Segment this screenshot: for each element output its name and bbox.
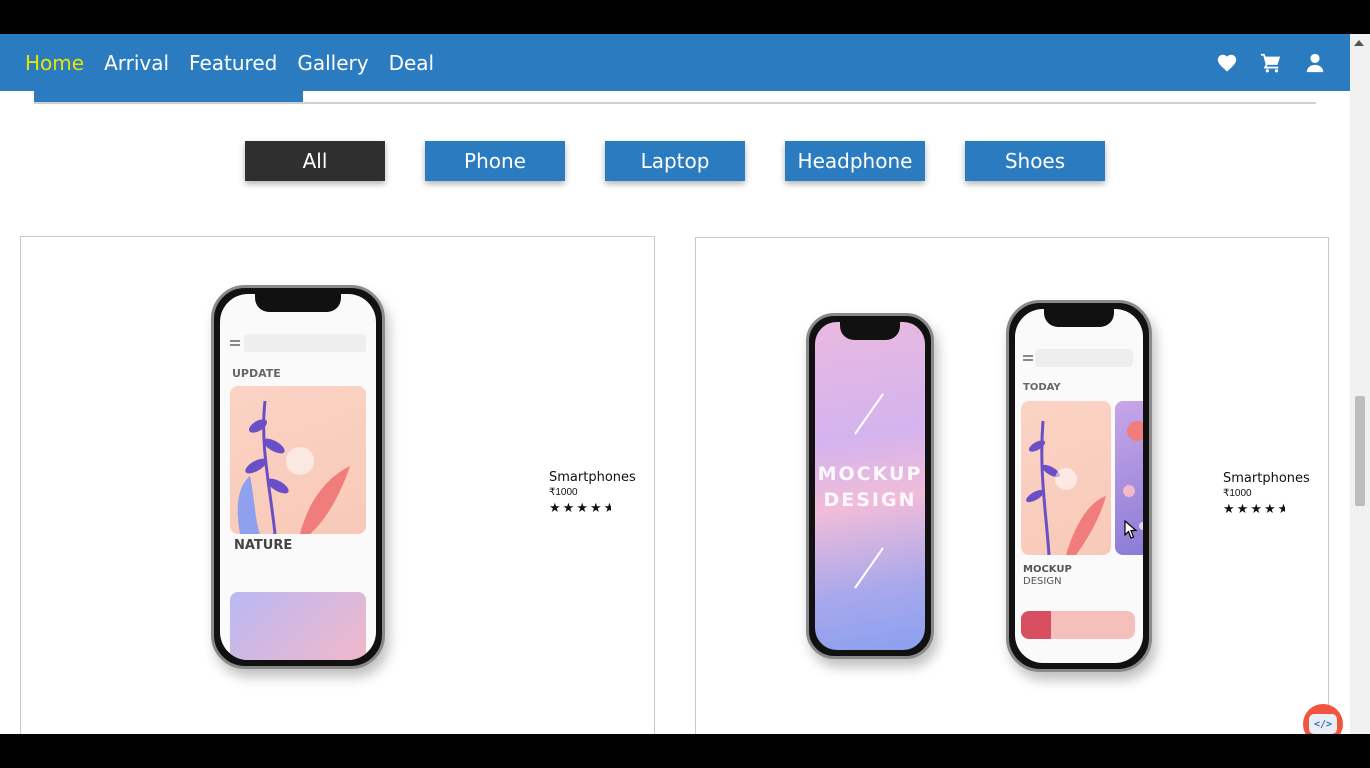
nature-artwork xyxy=(230,386,366,534)
product-image-phone-mockup: MOCKUP DESIGN xyxy=(806,313,934,659)
section-heading-divider xyxy=(34,102,1316,104)
screen-label-mockup-design: MOCKUP DESIGN xyxy=(817,463,923,511)
phone-screen: TODAY MOCKUP DESIGN xyxy=(1015,309,1143,663)
screen-button-bar xyxy=(1021,611,1135,639)
product-title[interactable]: Smartphones xyxy=(1223,471,1343,486)
phone-screen: MOCKUP DESIGN xyxy=(815,322,925,650)
menu-icon xyxy=(230,340,240,346)
nav-link-deal[interactable]: Deal xyxy=(389,51,435,75)
product-image-phone: UPDATE NATURE xyxy=(211,285,385,669)
filter-phone-button[interactable]: Phone xyxy=(425,141,565,181)
star-half-icon: ★ xyxy=(603,501,611,514)
product-info: Smartphones ₹1000 ★ ★ ★ ★ ★ xyxy=(1223,471,1343,515)
browser-viewport: Home Arrival Featured Gallery Deal All P… xyxy=(0,34,1370,734)
filter-headphone-button[interactable]: Headphone xyxy=(785,141,925,181)
app-search-bar xyxy=(1035,349,1133,367)
video-frame: Home Arrival Featured Gallery Deal All P… xyxy=(0,0,1370,768)
phone-notch xyxy=(1044,309,1114,327)
scroll-thumb[interactable] xyxy=(1355,396,1365,506)
leaf-illustration-icon xyxy=(237,400,350,534)
star-icon: ★ xyxy=(1236,501,1249,516)
product-card[interactable]: UPDATE NATURE Smartphones ₹1000 ★ ★ ★ ★ … xyxy=(20,236,655,734)
screen-label-update: UPDATE xyxy=(232,367,281,380)
screen-label-mockup: MOCKUP xyxy=(1023,564,1072,575)
star-icon: ★ xyxy=(589,500,602,515)
star-icon: ★ xyxy=(1263,501,1276,516)
product-card[interactable]: MOCKUP DESIGN TODAY MOCKUP DESIGN Smartp… xyxy=(695,237,1329,734)
phone-notch xyxy=(840,322,900,340)
screen-label-nature: NATURE xyxy=(234,538,293,553)
cart-icon[interactable] xyxy=(1260,52,1282,74)
rating-stars: ★ ★ ★ ★ ★ xyxy=(1223,502,1343,515)
nav-icons xyxy=(1216,34,1326,91)
rating-stars: ★ ★ ★ ★ ★ xyxy=(549,501,669,514)
product-price: ₹1000 xyxy=(549,487,578,498)
filter-all-button[interactable]: All xyxy=(245,141,385,181)
gradient-panel xyxy=(230,592,366,660)
menu-icon xyxy=(1023,355,1033,361)
nav-link-gallery[interactable]: Gallery xyxy=(297,51,368,75)
user-icon[interactable] xyxy=(1304,52,1326,74)
product-title[interactable]: Smartphones xyxy=(549,470,669,485)
star-icon: ★ xyxy=(1223,501,1235,516)
phone-screen: UPDATE NATURE xyxy=(220,294,376,660)
star-icon: ★ xyxy=(576,500,588,515)
product-price: ₹1000 xyxy=(1223,488,1252,499)
screen-button xyxy=(1021,611,1051,639)
nav-link-featured[interactable]: Featured xyxy=(189,51,277,75)
page-scrollbar[interactable] xyxy=(1350,34,1370,734)
nav-links: Home Arrival Featured Gallery Deal xyxy=(25,34,434,91)
star-icon: ★ xyxy=(562,500,575,515)
top-navbar: Home Arrival Featured Gallery Deal xyxy=(0,34,1350,91)
screen-label-today: TODAY xyxy=(1023,382,1061,393)
heart-icon[interactable] xyxy=(1216,52,1238,74)
product-info: Smartphones ₹1000 ★ ★ ★ ★ ★ xyxy=(549,470,669,514)
nature-artwork xyxy=(1021,401,1111,555)
scroll-up-arrow-icon[interactable] xyxy=(1354,40,1364,46)
screen-label-design: DESIGN xyxy=(1023,576,1062,587)
filter-laptop-button[interactable]: Laptop xyxy=(605,141,745,181)
nav-link-home[interactable]: Home xyxy=(25,51,84,75)
star-icon: ★ xyxy=(549,500,561,515)
star-half-icon: ★ xyxy=(1277,502,1285,515)
product-image-phone-app: TODAY MOCKUP DESIGN xyxy=(1006,300,1152,672)
mouse-cursor-icon xyxy=(1124,520,1138,539)
phone-notch xyxy=(255,294,341,312)
nav-link-arrival[interactable]: Arrival xyxy=(104,51,169,75)
filter-shoes-button[interactable]: Shoes xyxy=(965,141,1105,181)
code-icon: </> xyxy=(1309,714,1337,734)
star-icon: ★ xyxy=(1250,501,1262,516)
leaf-illustration-icon xyxy=(1026,420,1106,555)
app-search-bar xyxy=(244,334,366,352)
code-badge-button[interactable]: </> xyxy=(1303,704,1343,734)
